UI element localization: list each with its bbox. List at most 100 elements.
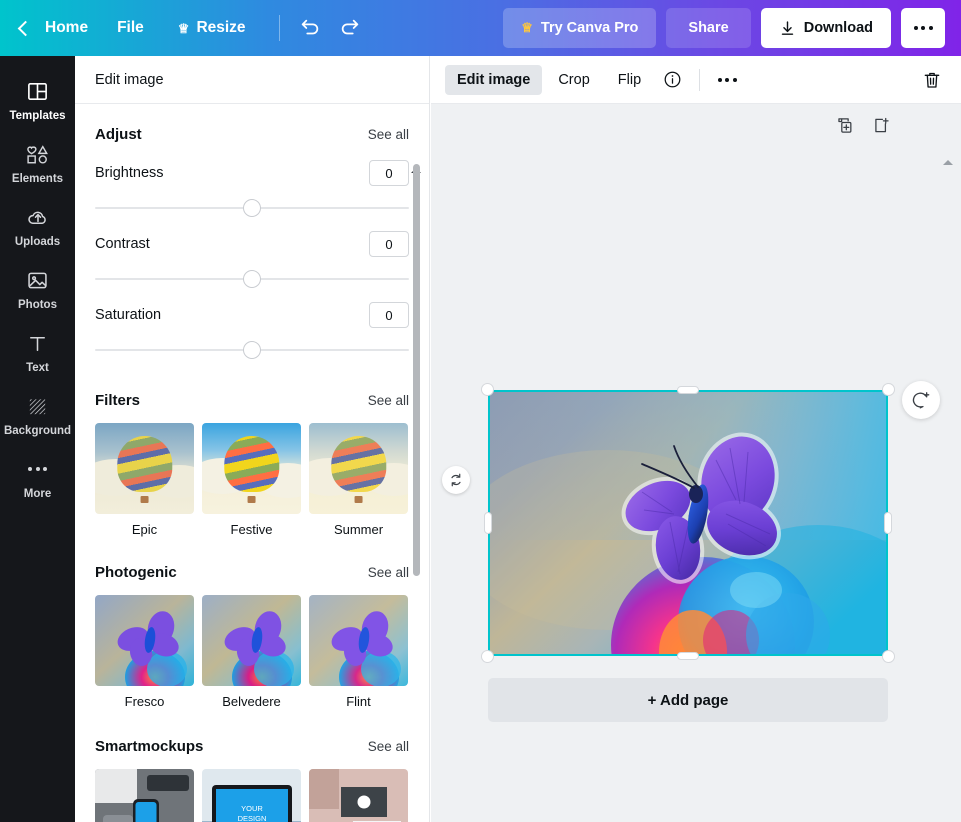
panel-title: Edit image xyxy=(95,71,164,88)
filter-item-summer[interactable]: Summer xyxy=(309,423,408,537)
tab-label: Crop xyxy=(558,71,590,88)
image-more-button[interactable] xyxy=(712,65,742,95)
resize-handle-middle-left[interactable] xyxy=(484,512,492,534)
smartmockups-title: Smartmockups xyxy=(95,738,204,755)
resize-handle-top-left[interactable] xyxy=(481,383,494,396)
saturation-slider[interactable] xyxy=(95,338,409,362)
brightness-slider[interactable] xyxy=(95,196,409,220)
tab-edit-image[interactable]: Edit image xyxy=(445,64,543,95)
resize-handle-middle-right[interactable] xyxy=(884,512,892,534)
file-label: File xyxy=(117,19,144,36)
slider-thumb[interactable] xyxy=(243,341,261,359)
tab-label: Flip xyxy=(617,71,642,88)
canvas-scroll-up-arrow[interactable] xyxy=(943,160,953,165)
filter-label: Summer xyxy=(333,522,384,537)
uploads-icon xyxy=(26,204,50,230)
more-horizontal-icon xyxy=(717,77,737,82)
saturation-value-input[interactable]: 0 xyxy=(369,302,409,328)
bring-forward-button[interactable] xyxy=(867,112,893,138)
photogenic-see-all-link[interactable]: See all xyxy=(368,565,409,580)
tab-flip[interactable]: Flip xyxy=(606,65,653,95)
smartmockups-see-all-link[interactable]: See all xyxy=(368,739,409,754)
selected-image-element[interactable] xyxy=(481,383,895,663)
sidebar-item-templates[interactable]: Templates xyxy=(0,68,75,131)
file-menu-button[interactable]: File xyxy=(100,0,161,56)
photogenic-item-belvedere[interactable]: Belvedere xyxy=(202,595,301,709)
home-button[interactable]: Home xyxy=(0,0,100,56)
adjust-see-all-link[interactable]: See all xyxy=(368,127,409,142)
redo-button[interactable] xyxy=(330,8,370,48)
home-label: Home xyxy=(45,19,89,36)
undo-button[interactable] xyxy=(290,8,330,48)
toolbar-divider xyxy=(278,15,280,41)
tab-label: Edit image xyxy=(457,71,531,88)
delete-button[interactable] xyxy=(917,65,947,95)
info-button[interactable] xyxy=(657,65,687,95)
filters-see-all-link[interactable]: See all xyxy=(368,393,409,408)
photogenic-thumbnail-grid: Fresco Belvedere Flint xyxy=(95,595,409,709)
sidebar-item-label: Text xyxy=(26,362,49,374)
sidebar-item-label: Uploads xyxy=(14,236,61,248)
slider-thumb[interactable] xyxy=(243,270,261,288)
smartmockup-item-phone[interactable]: YOUR DESIGN HERE xyxy=(95,769,194,822)
brightness-value-input[interactable]: 0 xyxy=(369,160,409,186)
saturation-control: Saturation 0 xyxy=(95,291,409,362)
sidebar-item-photos[interactable]: Photos xyxy=(0,257,75,320)
resize-handle-bottom-left[interactable] xyxy=(481,650,494,663)
sidebar-item-uploads[interactable]: Uploads xyxy=(0,194,75,257)
try-pro-label: Try Canva Pro xyxy=(540,20,639,36)
smartmockup-item-flatlay[interactable]: YOUR DESIGN HERE xyxy=(309,769,408,822)
download-label: Download xyxy=(803,20,873,36)
panel-scrollbar-thumb[interactable] xyxy=(413,164,420,576)
resize-button[interactable]: ♕ Resize xyxy=(161,0,263,56)
left-sidebar: Templates Elements Uploads Photos Text B… xyxy=(0,56,75,822)
contrast-slider[interactable] xyxy=(95,267,409,291)
smartmockup-preview-image: YOUR DESIGN HERE xyxy=(95,769,194,822)
resize-label: Resize xyxy=(196,19,246,36)
svg-text:DESIGN: DESIGN xyxy=(238,814,267,822)
slider-thumb[interactable] xyxy=(243,199,261,217)
resize-handle-top-center[interactable] xyxy=(677,386,699,394)
crown-icon: ♕ xyxy=(177,20,190,36)
sidebar-item-label: Background xyxy=(3,425,72,437)
share-button[interactable]: Share xyxy=(666,8,751,48)
contrast-control: Contrast 0 xyxy=(95,220,409,291)
rotate-button[interactable] xyxy=(442,466,470,494)
filters-title: Filters xyxy=(95,392,141,409)
filter-item-epic[interactable]: Epic xyxy=(95,423,194,537)
trash-icon xyxy=(924,72,940,88)
smartmockup-item-laptop[interactable]: YOUR DESIGN HERE xyxy=(202,769,301,822)
try-canva-pro-button[interactable]: ♕ Try Canva Pro xyxy=(503,8,657,48)
top-bar-more-button[interactable] xyxy=(901,8,945,48)
download-button[interactable]: Download xyxy=(760,8,891,48)
add-comment-button[interactable] xyxy=(902,381,940,419)
sidebar-item-text[interactable]: Text xyxy=(0,320,75,383)
photogenic-preview-image xyxy=(95,595,194,686)
resize-handle-bottom-right[interactable] xyxy=(882,650,895,663)
sidebar-item-background[interactable]: Background xyxy=(0,383,75,446)
butterfly-photo xyxy=(488,390,888,656)
photogenic-item-fresco[interactable]: Fresco xyxy=(95,595,194,709)
edit-image-panel: Edit image Adjust See all Brightness 0 C… xyxy=(75,56,430,822)
sidebar-item-elements[interactable]: Elements xyxy=(0,131,75,194)
resize-handle-bottom-center[interactable] xyxy=(677,652,699,660)
svg-text:YOUR: YOUR xyxy=(241,804,263,813)
filter-item-festive[interactable]: Festive xyxy=(202,423,301,537)
brightness-control: Brightness 0 xyxy=(95,149,409,220)
filters-section-header: Filters See all xyxy=(95,362,409,415)
filter-preview-image xyxy=(95,423,194,514)
smartmockups-section-header: Smartmockups See all xyxy=(95,709,409,761)
contrast-value-input[interactable]: 0 xyxy=(369,231,409,257)
crown-icon: ♕ xyxy=(521,20,533,35)
photogenic-preview-image xyxy=(202,595,301,686)
resize-handle-top-right[interactable] xyxy=(882,383,895,396)
duplicate-button[interactable] xyxy=(831,112,857,138)
panel-scroll-content[interactable]: Adjust See all Brightness 0 Contrast 0 S… xyxy=(75,104,429,822)
sidebar-item-more[interactable]: More xyxy=(0,446,75,509)
tab-crop[interactable]: Crop xyxy=(546,65,601,95)
photogenic-item-flint[interactable]: Flint xyxy=(309,595,408,709)
image-toolbar: Edit image Crop Flip xyxy=(431,56,961,104)
download-icon xyxy=(781,20,793,35)
add-page-button[interactable]: + Add page xyxy=(488,678,888,722)
design-stage[interactable]: + Add page xyxy=(431,104,961,822)
